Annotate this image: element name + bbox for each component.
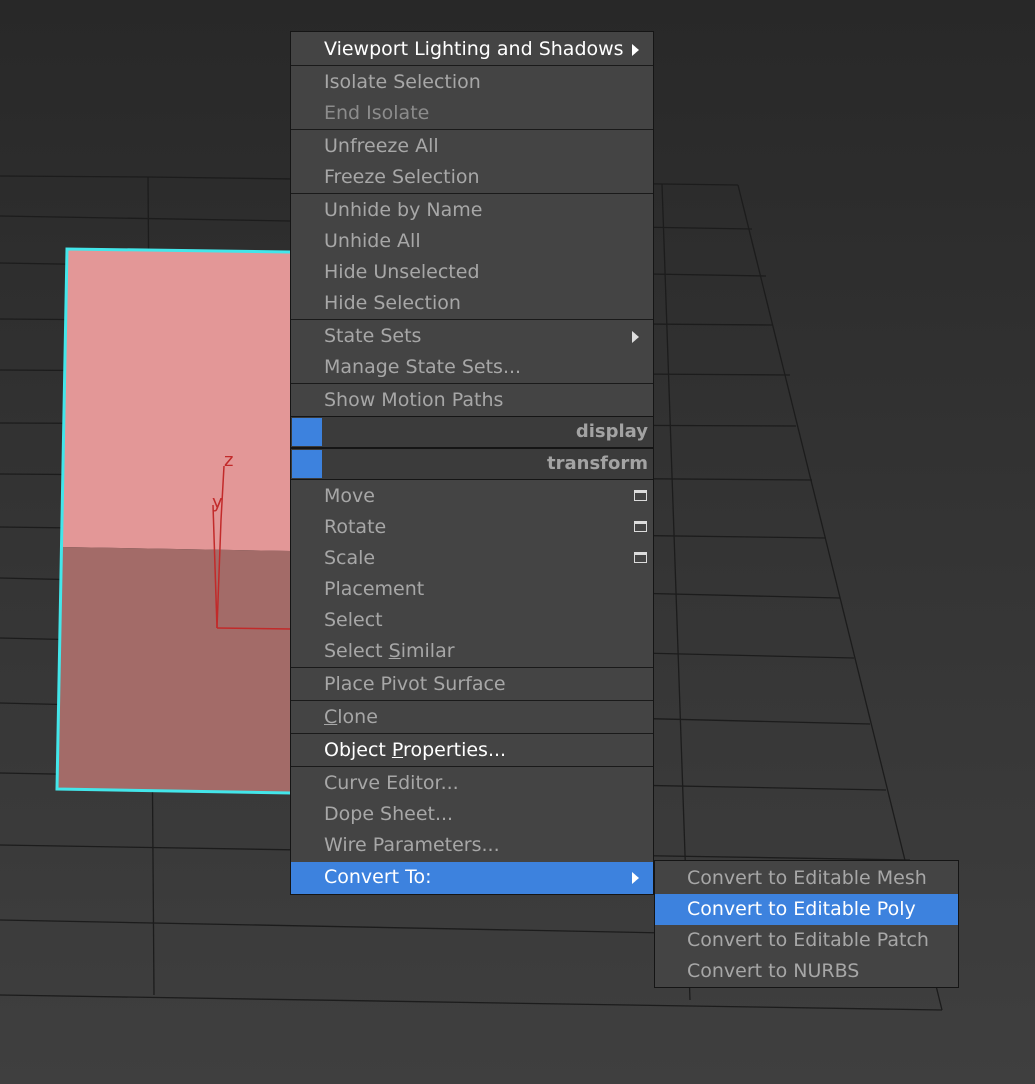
menu-item-label: Scale xyxy=(324,547,376,569)
menu-item-hide-selection[interactable]: Hide Selection xyxy=(291,288,653,319)
convert-to-submenu: Convert to Editable Mesh Convert to Edit… xyxy=(654,860,959,988)
menu-item-label: Dope Sheet... xyxy=(324,803,454,825)
menu-separator xyxy=(291,667,653,668)
menu-item-object-properties[interactable]: Object Properties... xyxy=(291,735,653,766)
quad-header-label: display xyxy=(575,421,648,442)
menu-item-convert-to[interactable]: Convert To: xyxy=(291,862,653,894)
menu-item-rotate[interactable]: Rotate xyxy=(291,512,653,543)
menu-item-select[interactable]: Select xyxy=(291,605,653,636)
submenu-item-nurbs[interactable]: Convert to NURBS xyxy=(655,956,958,987)
menu-item-freeze-selection[interactable]: Freeze Selection xyxy=(291,162,653,193)
menu-item-state-sets[interactable]: State Sets xyxy=(291,321,653,352)
menu-item-label: Convert to NURBS xyxy=(687,960,860,982)
menu-item-label: Isolate Selection xyxy=(324,71,481,93)
menu-item-move[interactable]: Move xyxy=(291,481,653,512)
menu-separator xyxy=(291,766,653,767)
menu-item-label: Place Pivot Surface xyxy=(324,673,506,695)
submenu-item-editable-poly[interactable]: Convert to Editable Poly xyxy=(655,894,958,925)
menu-separator xyxy=(291,700,653,701)
menu-item-label: Select Similar xyxy=(324,640,455,662)
plane-object-bottom[interactable] xyxy=(57,547,291,793)
menu-separator xyxy=(291,383,653,384)
menu-item-placement[interactable]: Placement xyxy=(291,574,653,605)
menu-item-select-similar[interactable]: Select Similar xyxy=(291,636,653,667)
menu-item-label: Rotate xyxy=(324,516,387,538)
menu-item-label: Show Motion Paths xyxy=(324,389,504,411)
axis-z-label: z xyxy=(224,450,233,471)
submenu-item-editable-mesh[interactable]: Convert to Editable Mesh xyxy=(655,863,958,894)
quad-header-label: transform xyxy=(547,453,648,474)
settings-box-icon[interactable] xyxy=(634,490,647,501)
quad-header-transform[interactable]: transform xyxy=(291,448,653,480)
quad-header-display[interactable]: display xyxy=(291,416,653,448)
quad-color-swatch xyxy=(292,418,322,446)
menu-item-label: Unfreeze All xyxy=(324,135,439,157)
axis-y-label: y xyxy=(212,492,223,513)
plane-object-top[interactable] xyxy=(62,249,291,551)
menu-item-curve-editor[interactable]: Curve Editor... xyxy=(291,768,653,799)
menu-item-label: Placement xyxy=(324,578,425,600)
menu-separator xyxy=(291,733,653,734)
settings-box-icon[interactable] xyxy=(634,521,647,532)
menu-item-label: Freeze Selection xyxy=(324,166,480,188)
menu-item-unfreeze-all[interactable]: Unfreeze All xyxy=(291,131,653,162)
menu-item-label: Viewport Lighting and Shadows xyxy=(324,38,624,60)
menu-item-label: Object Properties... xyxy=(324,739,507,761)
menu-item-label: Move xyxy=(324,485,375,507)
menu-item-label: Wire Parameters... xyxy=(324,834,500,856)
menu-item-dope-sheet[interactable]: Dope Sheet... xyxy=(291,799,653,830)
submenu-arrow-icon xyxy=(632,331,639,343)
menu-item-label: Hide Unselected xyxy=(324,261,480,283)
settings-box-icon[interactable] xyxy=(634,552,647,563)
menu-separator xyxy=(291,193,653,194)
menu-item-place-pivot-surface[interactable]: Place Pivot Surface xyxy=(291,669,653,700)
menu-item-scale[interactable]: Scale xyxy=(291,543,653,574)
menu-item-viewport-lighting[interactable]: Viewport Lighting and Shadows xyxy=(291,34,653,65)
menu-item-unhide-by-name[interactable]: Unhide by Name xyxy=(291,195,653,226)
submenu-item-editable-patch[interactable]: Convert to Editable Patch xyxy=(655,925,958,956)
menu-separator xyxy=(291,319,653,320)
menu-item-label: Convert to Editable Mesh xyxy=(687,867,927,889)
submenu-arrow-icon xyxy=(632,44,639,56)
quad-menu: Viewport Lighting and Shadows Isolate Se… xyxy=(290,31,654,895)
menu-item-label: Convert to Editable Poly xyxy=(687,898,916,920)
menu-item-label: Unhide by Name xyxy=(324,199,483,221)
quad-color-swatch xyxy=(292,450,322,478)
menu-item-label: End Isolate xyxy=(324,102,430,124)
menu-item-show-motion-paths[interactable]: Show Motion Paths xyxy=(291,385,653,416)
menu-item-label: Curve Editor... xyxy=(324,772,459,794)
menu-item-label: Convert To: xyxy=(324,866,432,888)
menu-item-label: Unhide All xyxy=(324,230,421,252)
menu-item-label: Clone xyxy=(324,706,378,728)
menu-separator xyxy=(291,129,653,130)
menu-item-manage-state-sets[interactable]: Manage State Sets... xyxy=(291,352,653,383)
menu-item-unhide-all[interactable]: Unhide All xyxy=(291,226,653,257)
menu-item-clone[interactable]: Clone xyxy=(291,702,653,733)
menu-item-isolate-selection[interactable]: Isolate Selection xyxy=(291,67,653,98)
submenu-arrow-icon xyxy=(632,872,639,884)
menu-item-label: State Sets xyxy=(324,325,422,347)
menu-item-label: Select xyxy=(324,609,383,631)
menu-item-label: Convert to Editable Patch xyxy=(687,929,929,951)
menu-item-label: Hide Selection xyxy=(324,292,461,314)
menu-item-hide-unselected[interactable]: Hide Unselected xyxy=(291,257,653,288)
menu-item-wire-parameters[interactable]: Wire Parameters... xyxy=(291,830,653,861)
menu-separator xyxy=(291,65,653,66)
menu-item-label: Manage State Sets... xyxy=(324,356,522,378)
menu-item-end-isolate[interactable]: End Isolate xyxy=(291,98,653,129)
